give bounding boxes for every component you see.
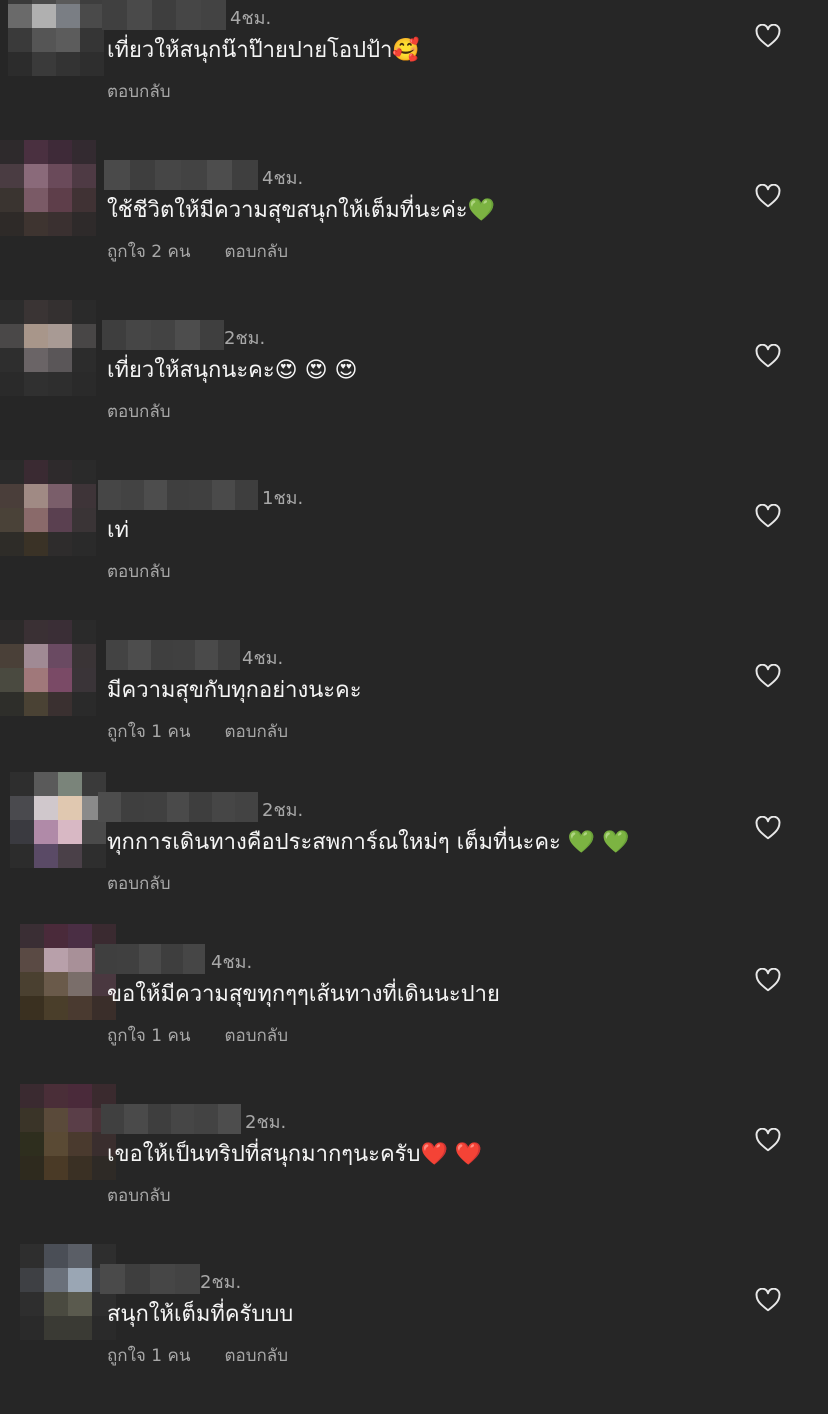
comment-timestamp: 2ชม. (245, 1112, 287, 1133)
heart-outline-icon (755, 183, 781, 208)
like-count-link[interactable]: ถูกใจ 2 คน (107, 238, 190, 265)
comment-timestamp: 1ชม. (262, 488, 304, 509)
pixelated-avatar-icon[interactable] (10, 772, 106, 868)
comment-text: เที่ยวให้สนุกน๊าป๊ายปายโอปป้า🥰 (107, 38, 420, 63)
pixelated-avatar-icon[interactable] (8, 0, 104, 76)
comment-timestamp: 4ชม. (262, 168, 304, 189)
comment-text: สนุกให้เต็มที่ครับบบ (107, 1302, 294, 1327)
comment-item: 2ชม. เขอให้เป็นทริปที่สนุกมากๆนะครับ❤️ ❤️… (0, 1084, 828, 1254)
pixelated-avatar-icon[interactable] (0, 140, 96, 236)
comment-text: ใช้ชีวิตให้มีความสุขสนุกให้เต็มที่นะค่ะ💚 (107, 198, 496, 223)
comment-timestamp: 2ชม. (224, 328, 266, 349)
reply-button[interactable]: ตอบกลับ (107, 1182, 171, 1209)
comment-timestamp: 2ชม. (200, 1272, 242, 1293)
pixelated-avatar-icon[interactable] (0, 620, 96, 716)
heart-outline-icon (755, 23, 781, 48)
comment-actions: ตอบกลับ (107, 78, 171, 105)
comment-text: เที่ยวให้สนุกนะคะ😍 😍 😍 (107, 358, 358, 383)
comment-actions: ตอบกลับ (107, 398, 171, 425)
comment-actions: ถูกใจ 1 คน ตอบกลับ (107, 1342, 288, 1369)
comment-actions: ถูกใจ 1 คน ตอบกลับ (107, 718, 288, 745)
heart-outline-icon (755, 503, 781, 528)
comment-actions: ตอบกลับ (107, 870, 171, 897)
comment-item: 2ชม. ทุกการเดินทางคือประสพการ์ณใหม่ๆ เต็ม… (0, 772, 828, 942)
comment-timestamp: 4ชม. (211, 952, 253, 973)
like-button[interactable] (755, 967, 781, 992)
pixelated-avatar-icon[interactable] (0, 460, 96, 556)
blurred-username[interactable] (102, 320, 224, 350)
blurred-username[interactable] (102, 0, 226, 30)
comment-text: เขอให้เป็นทริปที่สนุกมากๆนะครับ❤️ ❤️ (107, 1142, 483, 1167)
heart-outline-icon (755, 967, 781, 992)
reply-button[interactable]: ตอบกลับ (224, 238, 288, 265)
comment-actions: ตอบกลับ (107, 558, 171, 585)
blurred-username[interactable] (98, 792, 258, 822)
comment-item: 4ชม. มีความสุขกับทุกอย่างนะคะถูกใจ 1 คน ตอ… (0, 620, 828, 790)
like-count-link[interactable]: ถูกใจ 1 คน (107, 718, 190, 745)
blurred-username[interactable] (100, 1264, 200, 1294)
comment-item: 4ชม. ใช้ชีวิตให้มีความสุขสนุกให้เต็มที่นะ… (0, 140, 828, 310)
like-button[interactable] (755, 343, 781, 368)
pixelated-avatar-icon[interactable] (0, 300, 96, 396)
comment-actions: ถูกใจ 1 คน ตอบกลับ (107, 1022, 288, 1049)
heart-outline-icon (755, 663, 781, 688)
comment-timestamp: 4ชม. (242, 648, 284, 669)
comment-text: ทุกการเดินทางคือประสพการ์ณใหม่ๆ เต็มที่น… (107, 830, 630, 855)
comment-item: 4ชม. เที่ยวให้สนุกน๊าป๊ายปายโอปป้า🥰 ตอบกลั… (0, 0, 828, 150)
comment-text: ขอให้มีความสุขทุกๆๆเส้นทางที่เดินนะปาย (107, 982, 500, 1007)
like-button[interactable] (755, 183, 781, 208)
reply-button[interactable]: ตอบกลับ (107, 558, 171, 585)
heart-outline-icon (755, 343, 781, 368)
like-button[interactable] (755, 1287, 781, 1312)
blurred-username[interactable] (104, 160, 258, 190)
blurred-username[interactable] (106, 640, 240, 670)
reply-button[interactable]: ตอบกลับ (224, 718, 288, 745)
comment-actions: ตอบกลับ (107, 1182, 171, 1209)
reply-button[interactable]: ตอบกลับ (107, 398, 171, 425)
blurred-username[interactable] (101, 1104, 241, 1134)
like-button[interactable] (755, 663, 781, 688)
like-count-link[interactable]: ถูกใจ 1 คน (107, 1022, 190, 1049)
reply-button[interactable]: ตอบกลับ (107, 870, 171, 897)
heart-outline-icon (755, 1287, 781, 1312)
comment-item: 1ชม. เท่ตอบกลับ (0, 460, 828, 630)
blurred-username[interactable] (95, 944, 205, 974)
comment-timestamp: 2ชม. (262, 800, 304, 821)
comment-item: 2ชม. สนุกให้เต็มที่ครับบบถูกใจ 1 คน ตอบกลั… (0, 1244, 828, 1414)
comment-actions: ถูกใจ 2 คน ตอบกลับ (107, 238, 288, 265)
comment-item: 4ชม. ขอให้มีความสุขทุกๆๆเส้นทางที่เดินนะป… (0, 924, 828, 1094)
reply-button[interactable]: ตอบกลับ (224, 1342, 288, 1369)
reply-button[interactable]: ตอบกลับ (224, 1022, 288, 1049)
like-button[interactable] (755, 1127, 781, 1152)
heart-outline-icon (755, 815, 781, 840)
comment-item: 2ชม. เที่ยวให้สนุกนะคะ😍 😍 😍 ตอบกลับ (0, 300, 828, 470)
reply-button[interactable]: ตอบกลับ (107, 78, 171, 105)
like-button[interactable] (755, 815, 781, 840)
comment-text: เท่ (107, 518, 130, 543)
like-button[interactable] (755, 503, 781, 528)
comment-timestamp: 4ชม. (230, 8, 272, 29)
blurred-username[interactable] (98, 480, 258, 510)
heart-outline-icon (755, 1127, 781, 1152)
like-button[interactable] (755, 23, 781, 48)
like-count-link[interactable]: ถูกใจ 1 คน (107, 1342, 190, 1369)
comment-text: มีความสุขกับทุกอย่างนะคะ (107, 678, 362, 703)
